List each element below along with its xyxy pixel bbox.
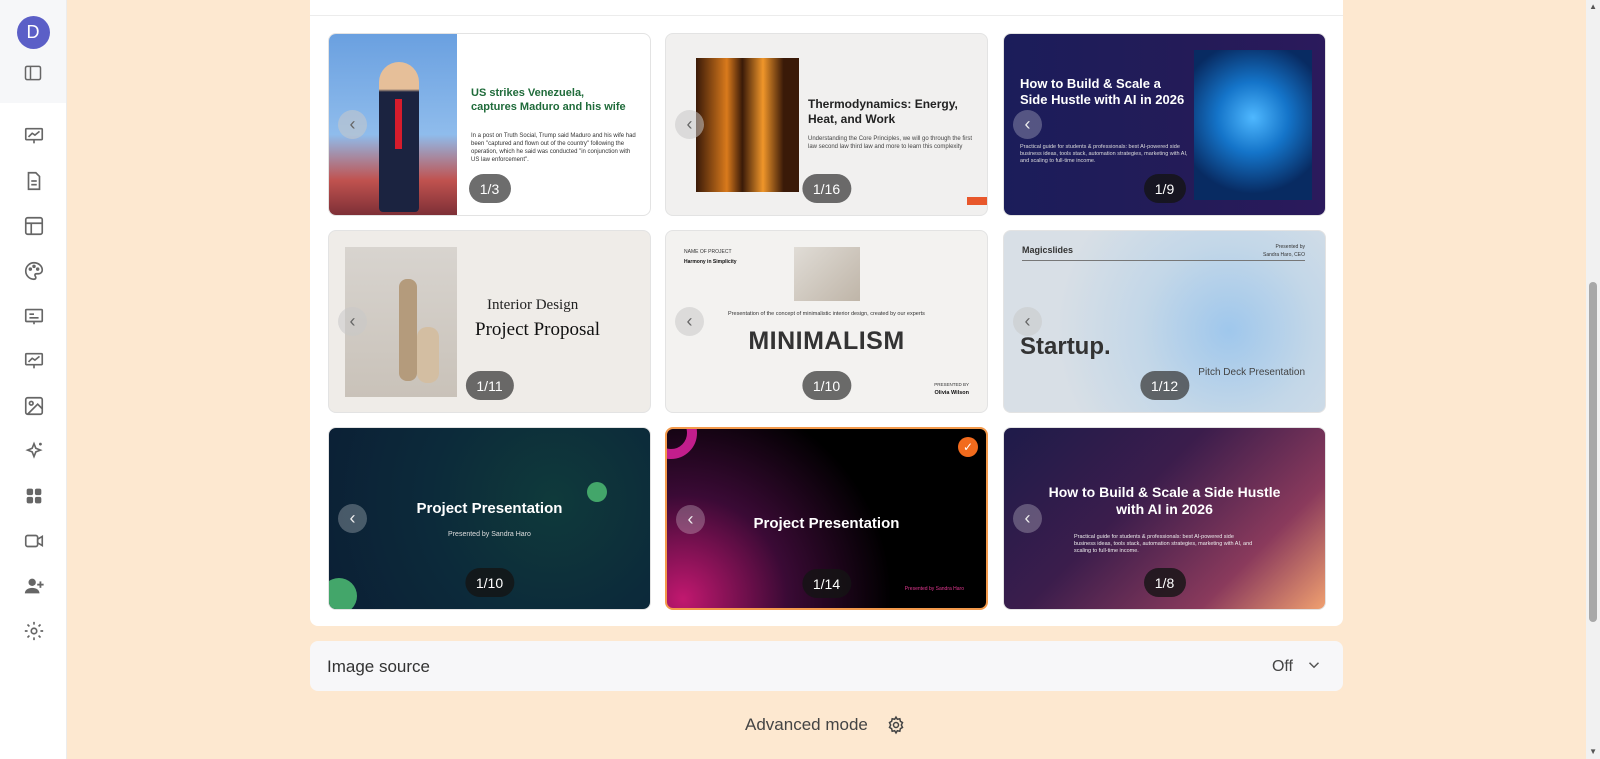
sidebar-toggle-icon[interactable]: [23, 63, 43, 83]
slide-title: Thermodynamics: Energy, Heat, and Work: [808, 97, 958, 126]
image-source-value: Off: [1271, 658, 1293, 675]
slide-title: How to Build & Scale a Side Hustle with …: [1020, 76, 1185, 107]
add-user-icon[interactable]: [23, 575, 45, 597]
prev-slide-button[interactable]: ‹: [338, 307, 367, 336]
slide-counter: 1/9: [1143, 174, 1186, 203]
image-icon[interactable]: [23, 395, 45, 417]
image-source-label: Image source: [327, 657, 430, 676]
palette-icon[interactable]: [23, 260, 45, 282]
sidebar-header: D: [0, 0, 66, 103]
slide-title: US strikes Venezuela, captures Maduro an…: [471, 87, 626, 113]
prev-slide-button[interactable]: ‹: [675, 307, 704, 336]
slide-title: Project Presentation: [416, 500, 563, 517]
slide-counter: 1/10: [464, 568, 515, 597]
scrollbar[interactable]: ▲ ▼: [1586, 0, 1600, 759]
scroll-up-arrow[interactable]: ▲: [1589, 2, 1597, 11]
decor-ring: [667, 429, 697, 459]
prev-slide-button[interactable]: ‹: [1013, 307, 1042, 336]
layout-icon[interactable]: [23, 215, 45, 237]
template-card-6[interactable]: Magicslides Presented by Sandra Haro, CE…: [1003, 230, 1326, 413]
apps-icon[interactable]: [23, 485, 45, 507]
vase-shape: [417, 327, 439, 383]
chevron-down-icon[interactable]: [1305, 656, 1323, 674]
slide-counter: 1/11: [465, 371, 514, 400]
sidebar: D: [0, 0, 67, 759]
vase-shape: [399, 279, 417, 381]
presenter-name: Olivia Wilson: [934, 390, 970, 396]
template-card-8[interactable]: Project Presentation Presented by Sandra…: [665, 427, 988, 610]
slide-counter: 1/10: [801, 371, 852, 400]
template-card-7[interactable]: Project Presentation Presented by Sandra…: [328, 427, 651, 610]
slide-subtitle: Presented by Sandra Haro: [448, 531, 531, 538]
tie-shape: [395, 99, 402, 149]
slide-title: Project Presentation: [753, 515, 900, 532]
presenter-name: Sandra Haro, CEO: [1263, 252, 1305, 258]
decor-photo: [794, 247, 860, 301]
brand-logo: Magicslides: [1022, 245, 1074, 255]
template-card-5[interactable]: NAME OF PROJECT Harmony in Simplicity Pr…: [665, 230, 988, 413]
chart-presentation-icon[interactable]: [23, 350, 45, 372]
template-card-4[interactable]: Interior Design Project Proposal ‹ 1/11: [328, 230, 651, 413]
slide-description: Presentation of the concept of minimalis…: [728, 311, 925, 317]
slide-counter: 1/14: [801, 569, 852, 598]
prev-slide-button[interactable]: ‹: [1013, 110, 1042, 139]
slide-counter: 1/8: [1143, 568, 1186, 597]
slide-counter: 1/3: [468, 174, 511, 203]
template-card-2[interactable]: Thermodynamics: Energy, Heat, and Work U…: [665, 33, 988, 216]
scrollbar-thumb[interactable]: [1589, 282, 1597, 622]
image-source-dropdown[interactable]: Image source Off: [310, 641, 1343, 691]
decor-circle: [329, 578, 357, 609]
avatar[interactable]: D: [16, 16, 50, 49]
slides-icon[interactable]: [23, 305, 45, 327]
bottles-photo: [696, 58, 799, 192]
project-kicker: NAME OF PROJECT: [684, 249, 732, 255]
slide-footer: Presented by Sandra Haro: [904, 586, 964, 592]
settings-icon[interactable]: [23, 620, 45, 642]
slide-title: How to Build & Scale a Side Hustle with …: [1048, 484, 1281, 517]
project-name: Harmony in Simplicity: [684, 259, 737, 265]
prev-slide-button[interactable]: ‹: [1013, 504, 1042, 533]
slide-subtitle: Pitch Deck Presentation: [1198, 367, 1305, 378]
advanced-mode-button[interactable]: Advanced mode: [745, 715, 868, 735]
sparkle-icon[interactable]: [23, 440, 45, 462]
template-card-1[interactable]: US strikes Venezuela, captures Maduro an…: [328, 33, 651, 216]
presented-by-label: Presented by: [1275, 244, 1305, 250]
presentation-icon[interactable]: [23, 125, 45, 147]
slide-title-line-1: Interior Design: [487, 297, 579, 313]
slide-counter: 1/16: [801, 174, 852, 203]
prev-slide-button[interactable]: ‹: [675, 110, 704, 139]
panel-divider: [310, 15, 1343, 16]
prev-slide-button[interactable]: ‹: [676, 505, 705, 534]
scroll-down-arrow[interactable]: ▼: [1589, 747, 1597, 756]
decor-circle: [587, 482, 607, 502]
selected-check-icon: ✓: [958, 437, 978, 457]
slide-title: MINIMALISM: [748, 327, 905, 355]
slide-counter: 1/12: [1139, 371, 1190, 400]
template-card-3[interactable]: How to Build & Scale a Side Hustle with …: [1003, 33, 1326, 216]
slide-body: Practical guide for students & professio…: [1020, 144, 1188, 164]
slide-body: Practical guide for students & professio…: [1074, 534, 1253, 554]
presented-by-label: PRESENTED BY: [934, 382, 969, 387]
video-icon[interactable]: [23, 530, 45, 552]
slide-title: Startup.: [1020, 333, 1111, 360]
gear-icon[interactable]: [886, 715, 906, 735]
slide-title-line-2: Project Proposal: [475, 319, 601, 340]
prev-slide-button[interactable]: ‹: [338, 504, 367, 533]
template-card-9[interactable]: How to Build & Scale a Side Hustle with …: [1003, 427, 1326, 610]
saas-chip-image: [1194, 50, 1312, 200]
prev-slide-button[interactable]: ‹: [338, 110, 367, 139]
slide-body: In a post on Truth Social, Trump said Ma…: [471, 133, 636, 163]
document-icon[interactable]: [23, 170, 45, 192]
header-rule: [1022, 260, 1305, 261]
slide-body: Understanding the Core Principles, we wi…: [808, 136, 973, 150]
brand-mark: [967, 197, 987, 205]
template-panel: US strikes Venezuela, captures Maduro an…: [310, 0, 1343, 626]
